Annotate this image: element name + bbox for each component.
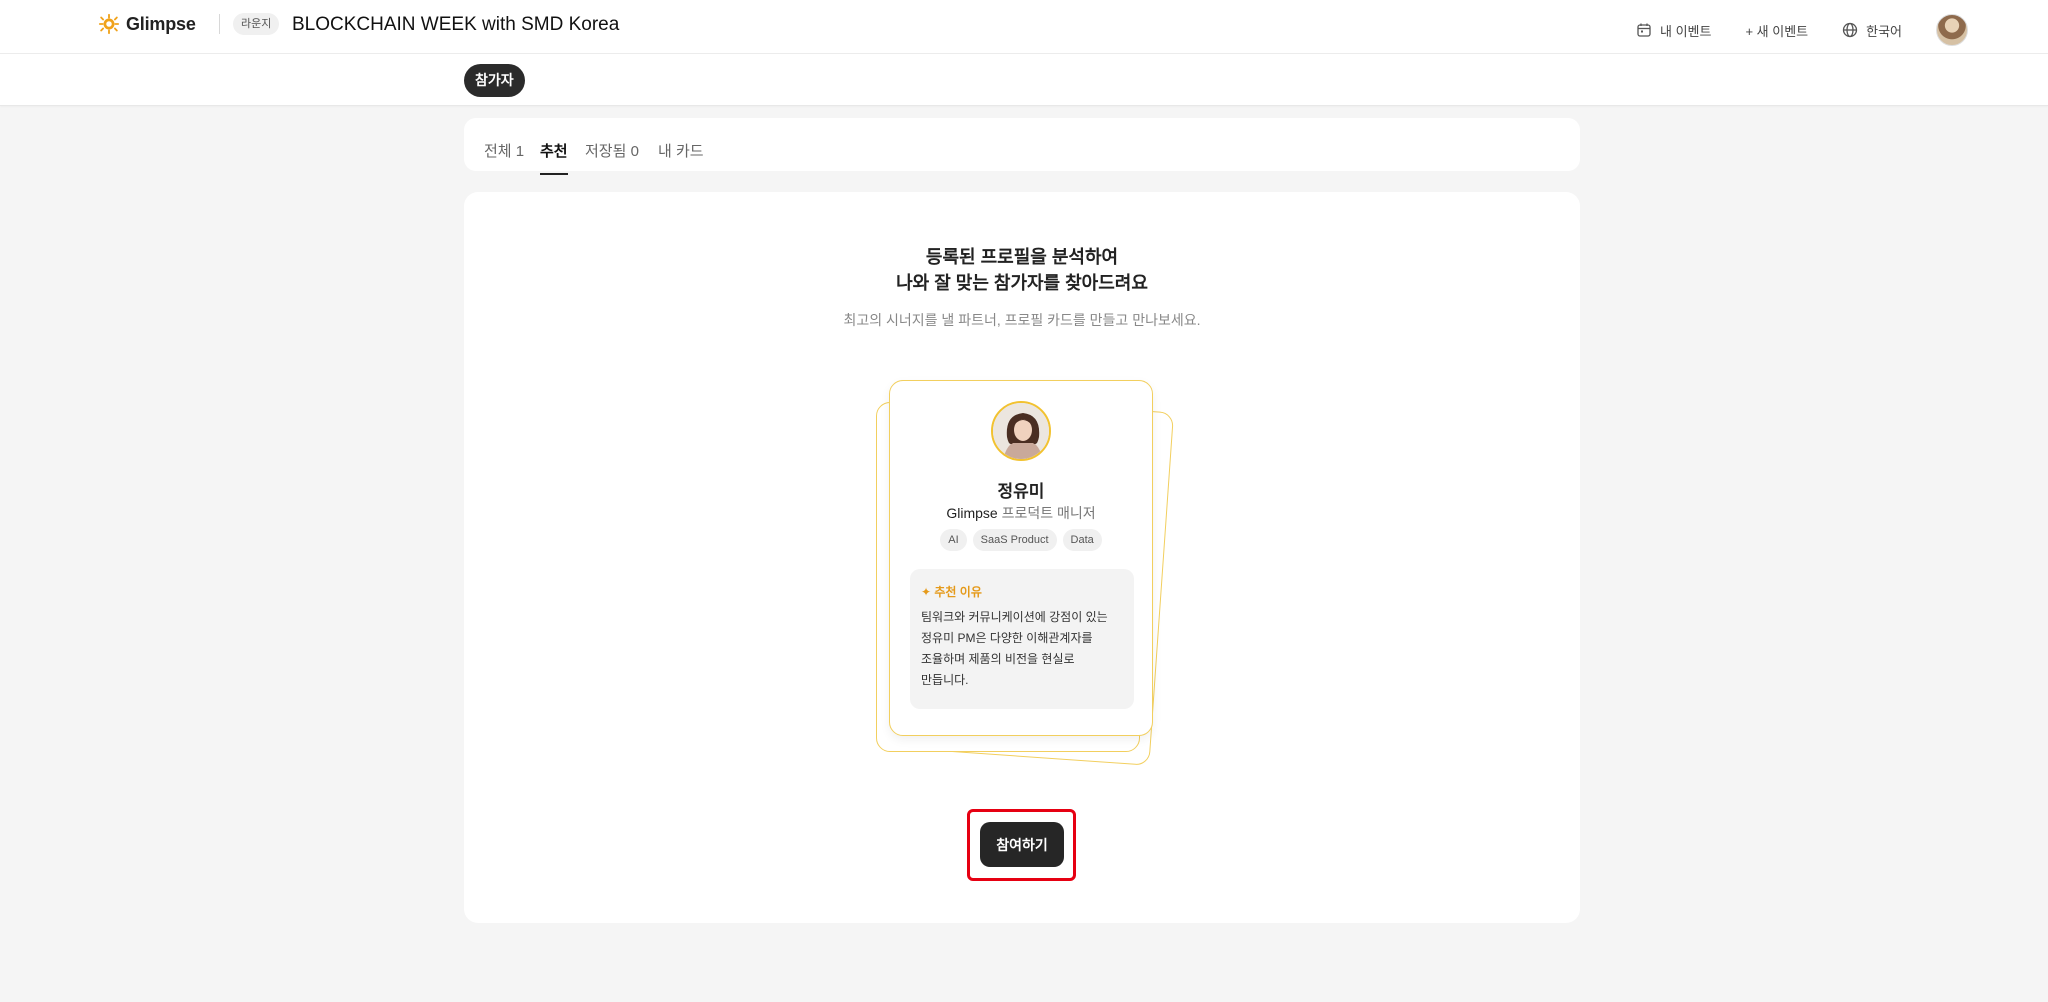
reason-line: 만듭니다. (921, 673, 969, 687)
profile-title: 프로덕트 매니저 (1001, 505, 1096, 521)
language-selector[interactable]: 한국어 (1842, 21, 1902, 40)
event-title: BLOCKCHAIN WEEK with SMD Korea (292, 14, 620, 35)
tab-all[interactable]: 전체 1 (484, 140, 524, 173)
top-header: Glimpse 라운지 BLOCKCHAIN WEEK with SMD Kor… (0, 0, 2048, 54)
calendar-icon (1637, 23, 1651, 37)
user-avatar[interactable] (1936, 14, 1968, 46)
new-event-link[interactable]: + 새 이벤트 (1745, 21, 1808, 40)
profile-photo (991, 401, 1051, 461)
sub-header: 참가자 (0, 54, 2048, 106)
profile-name: 정유미 (997, 482, 1045, 501)
reason-line: 정유미 PM은 다양한 이해관계자를 (921, 631, 1093, 645)
reason-line: 팀워크와 커뮤니케이션에 강점이 있는 (921, 610, 1108, 624)
recommend-panel: 등록된 프로필을 분석하여 나와 잘 맞는 참가자를 찾아드려요 최고의 시너지… (464, 192, 1580, 923)
my-events-link[interactable]: 내 이벤트 (1636, 21, 1711, 40)
recommend-reason-text: 팀워크와 커뮤니케이션에 강점이 있는 정유미 PM은 다양한 이해관계자를 조… (921, 607, 1124, 691)
tab-saved[interactable]: 저장됨 0 (585, 140, 639, 173)
tag: SaaS Product (972, 529, 1057, 551)
new-event-label: + 새 이벤트 (1745, 23, 1809, 39)
participant-tabs: 전체 1 추천 저장됨 0 내 카드 (464, 118, 1580, 175)
profile-card: 정유미 Glimpse 프로덕트 매니저 AI SaaS Product Dat… (889, 380, 1153, 736)
reason-line: 조율하며 제품의 비전을 현실로 (921, 652, 1075, 666)
participants-chip[interactable]: 참가자 (464, 64, 525, 97)
globe-icon (1842, 22, 1858, 38)
sun-logo-icon (98, 13, 120, 35)
profile-tags: AI SaaS Product Data (890, 529, 1152, 551)
person-portrait-icon (993, 403, 1049, 459)
join-button[interactable]: 참여하기 (980, 822, 1064, 867)
tab-recommended[interactable]: 추천 (540, 140, 568, 175)
language-label: 한국어 (1866, 23, 1902, 39)
tag: AI (940, 529, 967, 551)
profile-company: Glimpse (946, 505, 998, 521)
logo[interactable]: Glimpse (98, 12, 196, 36)
recommend-reason-box: ✦ 추천 이유 팀워크와 커뮤니케이션에 강점이 있는 정유미 PM은 다양한 … (910, 569, 1134, 709)
lounge-badge: 라운지 (233, 13, 280, 35)
tab-my-card[interactable]: 내 카드 (658, 140, 704, 173)
logo-text: Glimpse (126, 13, 196, 34)
tag: Data (1062, 529, 1102, 551)
profile-role: Glimpse 프로덕트 매니저 (890, 503, 1152, 523)
recommend-reason-title: ✦ 추천 이유 (921, 585, 982, 599)
header-nav: 내 이벤트 + 새 이벤트 한국어 (1636, 14, 1968, 46)
header-divider (219, 14, 220, 34)
my-events-label: 내 이벤트 (1660, 23, 1712, 39)
